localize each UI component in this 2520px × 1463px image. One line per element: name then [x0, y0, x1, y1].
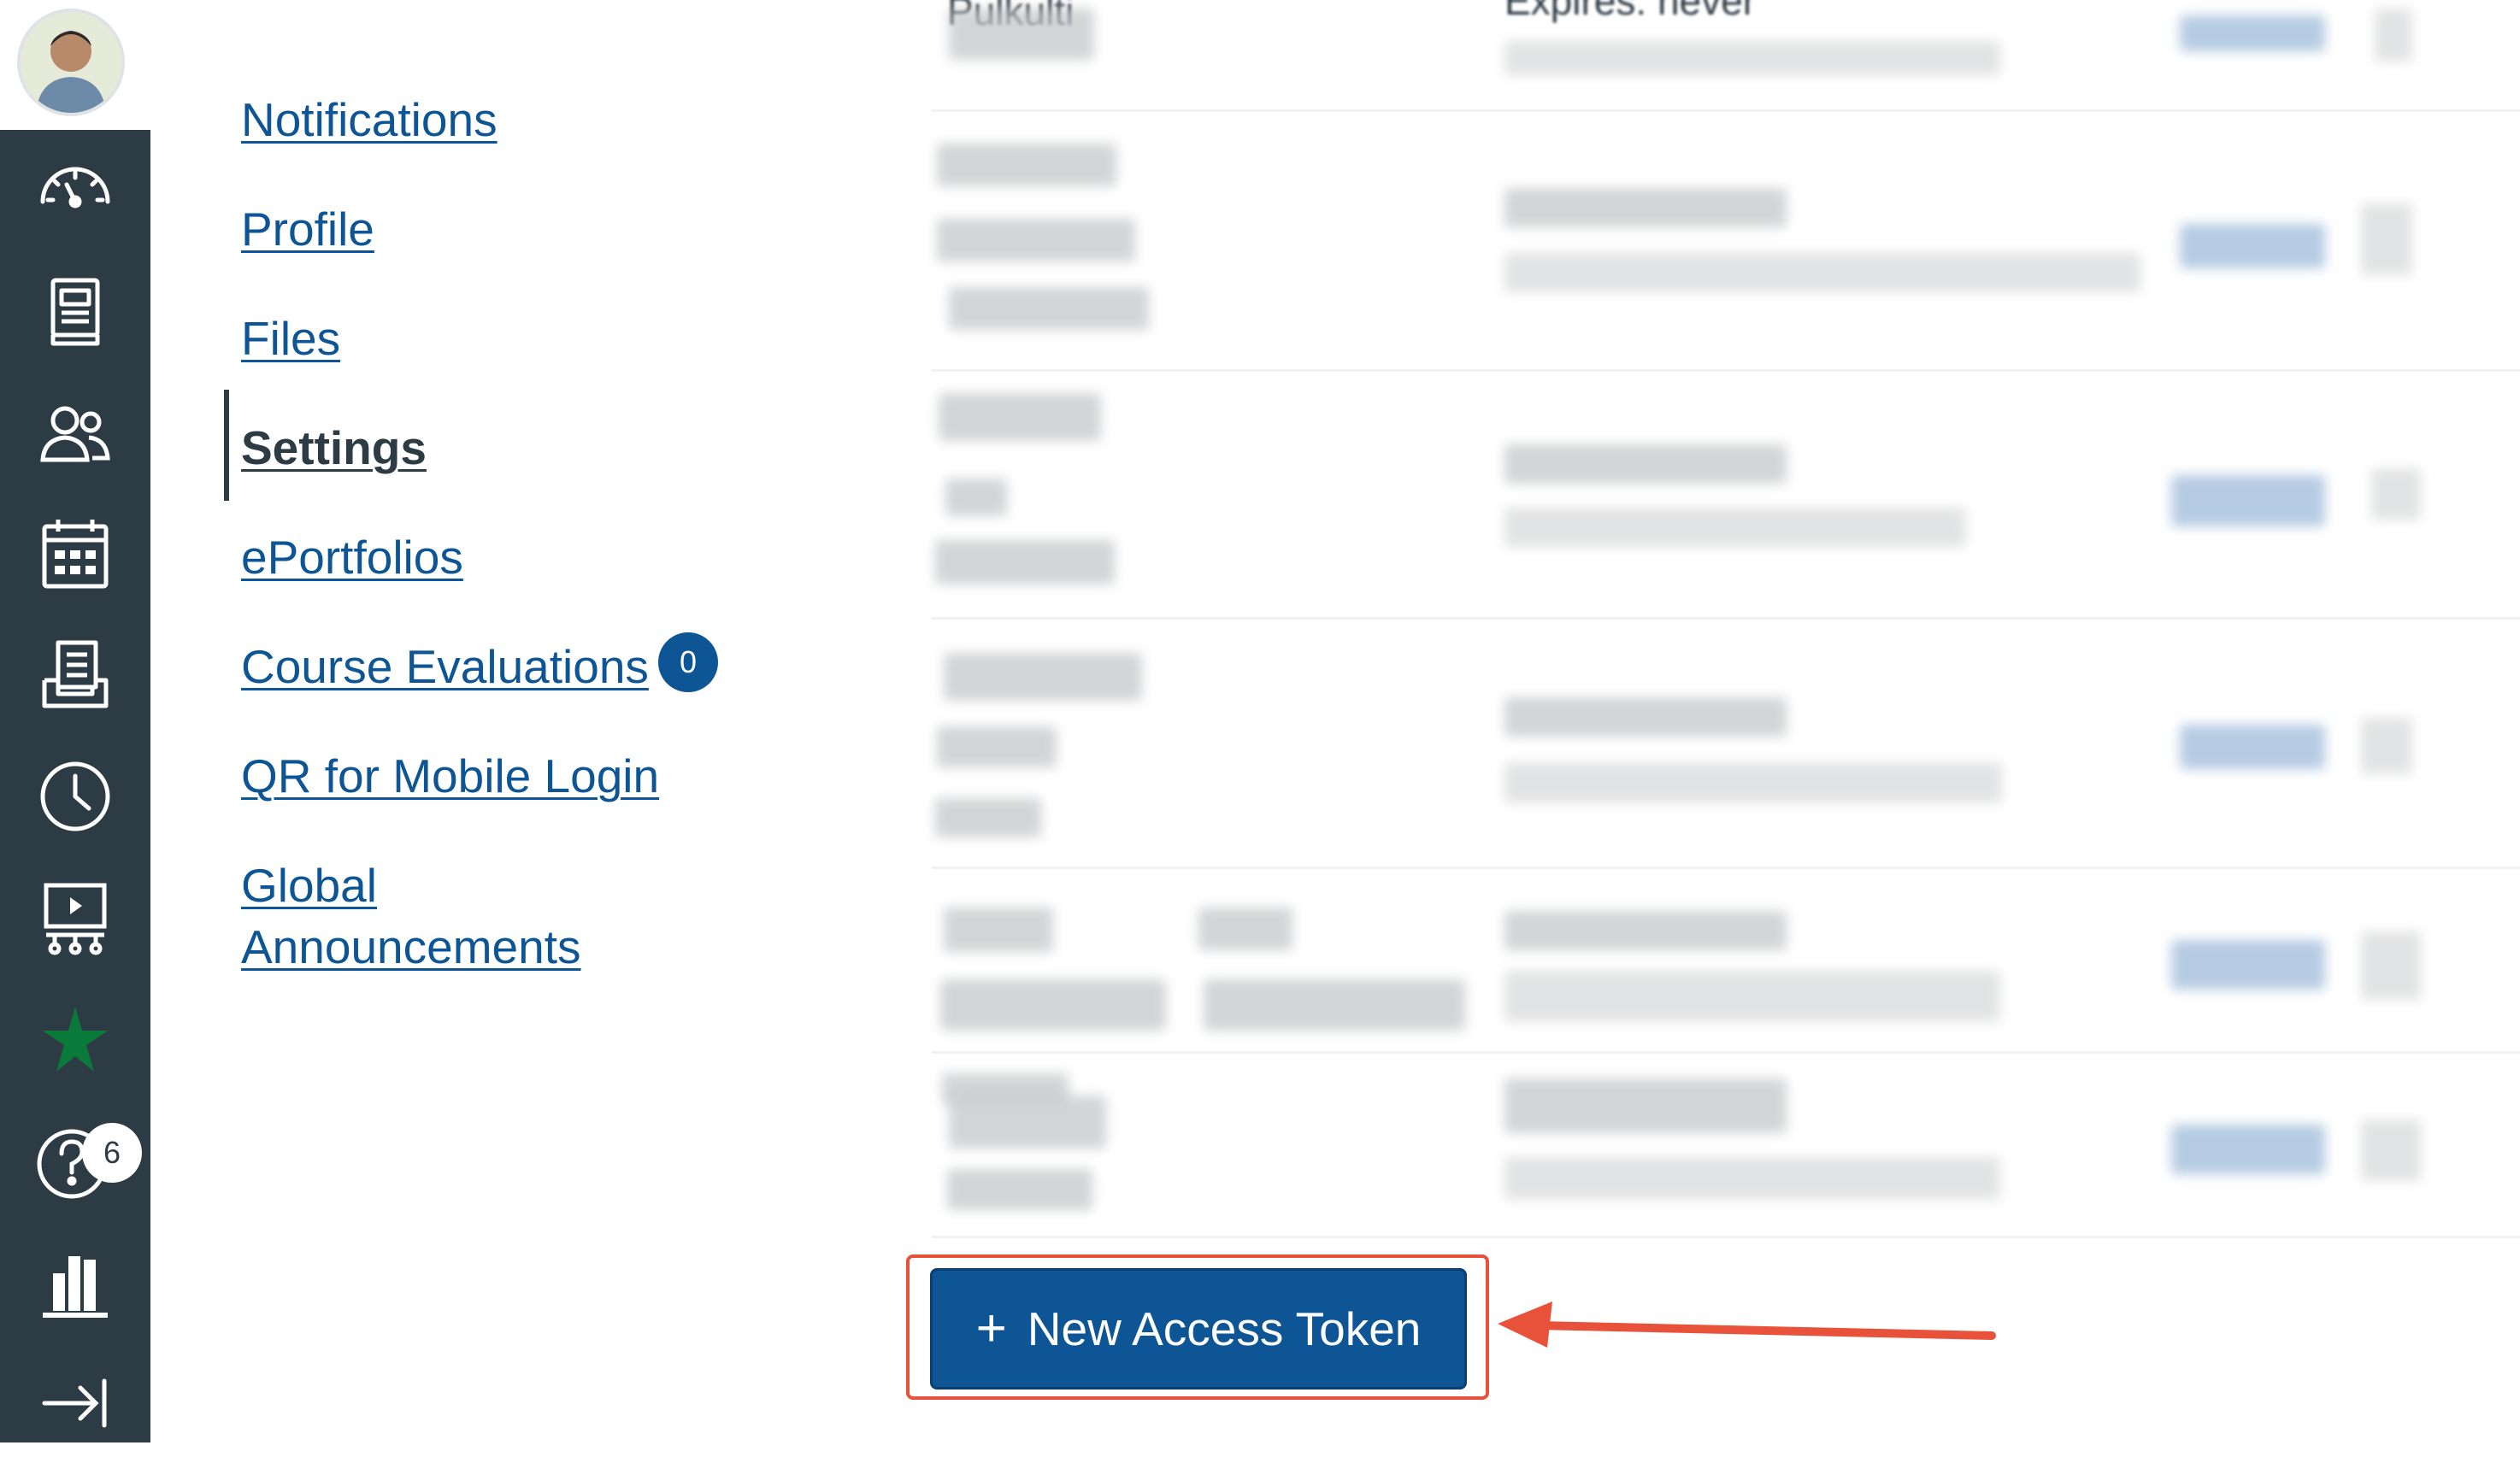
row-divider	[932, 1236, 2520, 1238]
history-icon[interactable]	[0, 737, 150, 856]
subnav-profile[interactable]: Profile	[241, 198, 374, 260]
token-expiry	[1504, 1078, 1787, 1133]
subnav-global-announcements[interactable]: Global	[241, 855, 377, 916]
token-purpose	[939, 393, 1101, 441]
token-purpose	[1204, 979, 1465, 1031]
token-expiry	[1504, 971, 2000, 1022]
token-expiry	[1504, 41, 2000, 75]
token-delete-icon[interactable]	[2361, 1119, 2421, 1181]
subnav-eportfolios[interactable]: ePortfolios	[241, 526, 463, 588]
calendar-icon[interactable]	[0, 494, 150, 614]
courses-icon[interactable]	[0, 251, 150, 371]
token-details-link[interactable]	[2180, 725, 2325, 769]
token-expiry	[1504, 188, 1787, 227]
token-details-link[interactable]	[2171, 1125, 2325, 1174]
row-divider	[932, 617, 2520, 620]
token-details-link[interactable]	[2180, 224, 2325, 268]
token-expiry	[1504, 911, 1787, 950]
subnav-settings[interactable]: Settings	[241, 417, 427, 479]
token-purpose	[949, 9, 1094, 60]
row-divider	[932, 109, 2520, 112]
token-details-link[interactable]	[2171, 940, 2325, 990]
token-delete-icon[interactable]	[2371, 468, 2421, 520]
row-divider	[932, 369, 2520, 372]
token-purpose	[935, 540, 1115, 585]
table-header-partial-mid: Expires: never	[1504, 0, 1757, 23]
active-indicator	[224, 390, 229, 501]
token-purpose	[935, 798, 1041, 837]
token-expiry	[1504, 1157, 2000, 1200]
groups-icon[interactable]	[0, 373, 150, 492]
row-divider	[932, 867, 2520, 869]
token-purpose	[937, 726, 1057, 767]
subnav-qr-mobile-login[interactable]: QR for Mobile Login	[241, 745, 659, 807]
new-access-token-label: New Access Token	[1027, 1302, 1422, 1355]
token-purpose	[949, 1096, 1106, 1149]
token-expiry	[1504, 697, 1787, 737]
collapse-nav-icon[interactable]	[0, 1343, 150, 1463]
inbox-icon[interactable]	[0, 615, 150, 735]
token-purpose	[944, 908, 1053, 952]
subnav-files[interactable]: Files	[241, 308, 340, 369]
plus-icon: +	[975, 1299, 1007, 1358]
token-purpose	[949, 287, 1149, 330]
token-purpose	[1198, 908, 1292, 950]
token-purpose	[944, 653, 1142, 701]
subnav-course-evaluations[interactable]: Course Evaluations	[241, 636, 649, 697]
token-expiry	[1504, 508, 1966, 547]
custom-star-icon[interactable]	[0, 979, 150, 1099]
help-badge: 6	[82, 1123, 142, 1183]
token-purpose	[945, 479, 1007, 516]
token-purpose	[947, 1169, 1092, 1210]
dashboard-icon[interactable]	[0, 130, 150, 250]
token-expiry	[1504, 762, 2002, 803]
global-navigation	[0, 130, 150, 1442]
token-delete-icon[interactable]	[2375, 9, 2412, 62]
token-purpose	[937, 219, 1135, 261]
course-evaluations-badge: 0	[658, 632, 718, 692]
subnav-notifications[interactable]: Notifications	[241, 89, 498, 150]
token-details-link[interactable]	[2180, 15, 2325, 51]
token-details-link[interactable]	[2171, 475, 2325, 526]
token-delete-icon[interactable]	[2361, 718, 2412, 774]
studio-icon[interactable]	[0, 858, 150, 978]
subnav-global-announcements-line2[interactable]: Announcements	[241, 916, 581, 978]
token-delete-icon[interactable]	[2361, 203, 2412, 275]
library-icon[interactable]	[0, 1222, 150, 1342]
token-delete-icon[interactable]	[2361, 931, 2421, 1000]
token-purpose	[937, 144, 1116, 186]
user-avatar[interactable]	[21, 12, 121, 113]
row-divider	[932, 1051, 2520, 1054]
token-purpose	[940, 979, 1166, 1031]
annotation-arrow-icon	[1498, 1301, 1996, 1348]
token-expiry	[1504, 253, 2140, 292]
new-access-token-button[interactable]: + New Access Token	[930, 1268, 1467, 1390]
token-expiry	[1504, 444, 1787, 484]
